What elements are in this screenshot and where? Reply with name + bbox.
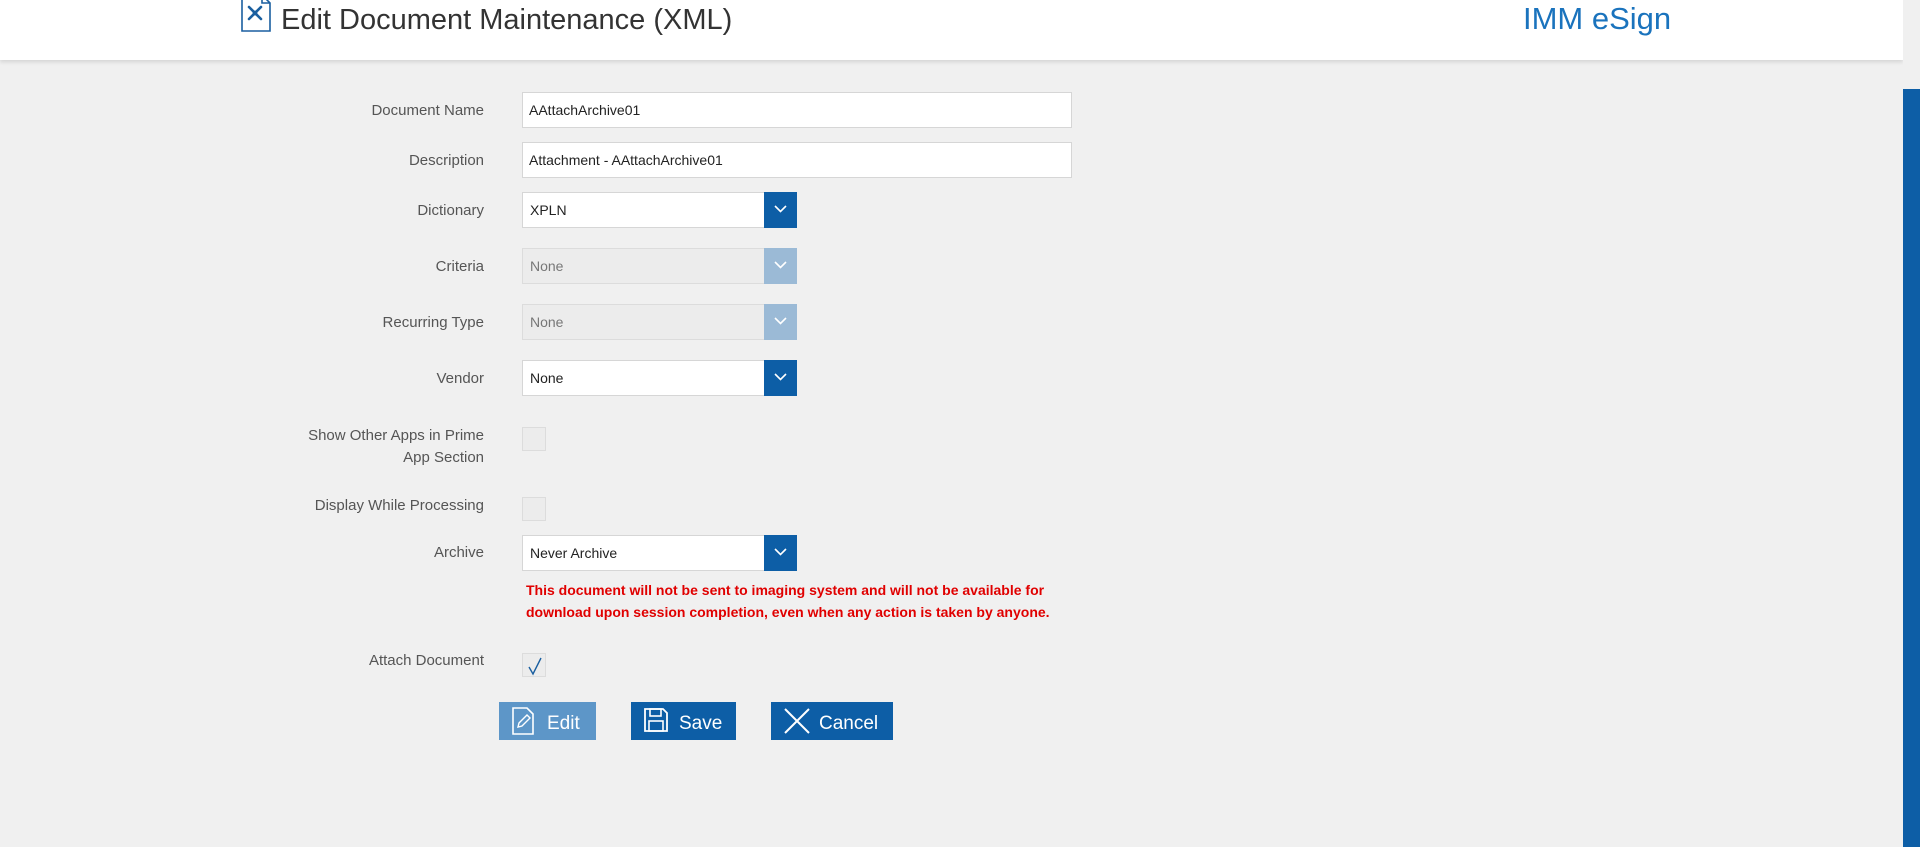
edit-button-label: Edit xyxy=(547,713,580,734)
cancel-button[interactable]: Cancel xyxy=(771,702,893,740)
show-other-apps-checkbox[interactable] xyxy=(522,427,546,451)
criteria-value: None xyxy=(530,258,564,274)
chevron-down-icon xyxy=(774,317,787,325)
criteria-label: Criteria xyxy=(435,258,484,275)
brand-name: IMM eSign xyxy=(1523,1,1672,36)
dictionary-label: Dictionary xyxy=(417,202,484,219)
recurring-type-label: Recurring Type xyxy=(382,314,484,331)
header-bar: Edit Document Maintenance (XML) IMM eSig… xyxy=(0,0,1903,60)
archive-warning-line1: This document will not be sent to imagin… xyxy=(526,582,1045,598)
save-button[interactable]: Save xyxy=(631,702,736,740)
archive-value: Never Archive xyxy=(530,545,618,561)
dictionary-select[interactable]: XPLN xyxy=(522,192,797,228)
recurring-type-select: None xyxy=(522,304,797,340)
description-label: Description xyxy=(408,152,484,169)
chevron-down-icon xyxy=(774,261,787,269)
document-gear-icon xyxy=(241,0,271,32)
show-other-apps-label: Show Other Apps in Prime App Section xyxy=(204,425,484,469)
document-name-input[interactable]: AAttachArchive01 xyxy=(522,92,1072,128)
chevron-down-icon xyxy=(774,548,787,556)
dictionary-value: XPLN xyxy=(530,202,567,218)
edit-button[interactable]: Edit xyxy=(499,702,596,740)
show-other-apps-label-line1: Show Other Apps in Prime xyxy=(308,427,484,444)
display-while-processing-checkbox[interactable] xyxy=(522,497,546,521)
recurring-type-dropdown-button xyxy=(764,304,797,340)
save-button-label: Save xyxy=(679,713,723,734)
archive-dropdown-button[interactable] xyxy=(764,535,797,571)
edit-document-icon xyxy=(512,707,534,735)
vendor-label: Vendor xyxy=(436,370,484,387)
document-name-label: Document Name xyxy=(371,102,484,119)
dictionary-dropdown-button[interactable] xyxy=(764,192,797,228)
archive-warning-line2: download upon session completion, even w… xyxy=(526,604,1050,620)
chevron-down-icon xyxy=(774,373,787,381)
description-input[interactable]: Attachment - AAttachArchive01 xyxy=(522,142,1072,178)
criteria-dropdown-button xyxy=(764,248,797,284)
recurring-type-value: None xyxy=(530,314,564,330)
close-icon xyxy=(784,708,810,734)
show-other-apps-label-line2: App Section xyxy=(403,449,484,466)
chevron-down-icon xyxy=(774,205,787,213)
vendor-select[interactable]: None xyxy=(522,360,797,396)
display-while-processing-label: Display While Processing xyxy=(314,497,484,514)
page-title: Edit Document Maintenance (XML) xyxy=(281,4,733,36)
vendor-dropdown-button[interactable] xyxy=(764,360,797,396)
attach-document-label: Attach Document xyxy=(368,652,484,669)
archive-warning-message: This document will not be sent to imagin… xyxy=(526,579,1066,623)
vendor-value: None xyxy=(530,370,564,386)
archive-select[interactable]: Never Archive xyxy=(522,535,797,571)
floppy-disk-icon xyxy=(644,708,668,732)
cancel-button-label: Cancel xyxy=(819,713,879,734)
scrollbar-thumb[interactable] xyxy=(1903,89,1920,847)
checkmark-icon xyxy=(528,657,542,676)
archive-label: Archive xyxy=(433,544,484,561)
criteria-select: None xyxy=(522,248,797,284)
attach-document-checkbox[interactable] xyxy=(522,653,546,677)
